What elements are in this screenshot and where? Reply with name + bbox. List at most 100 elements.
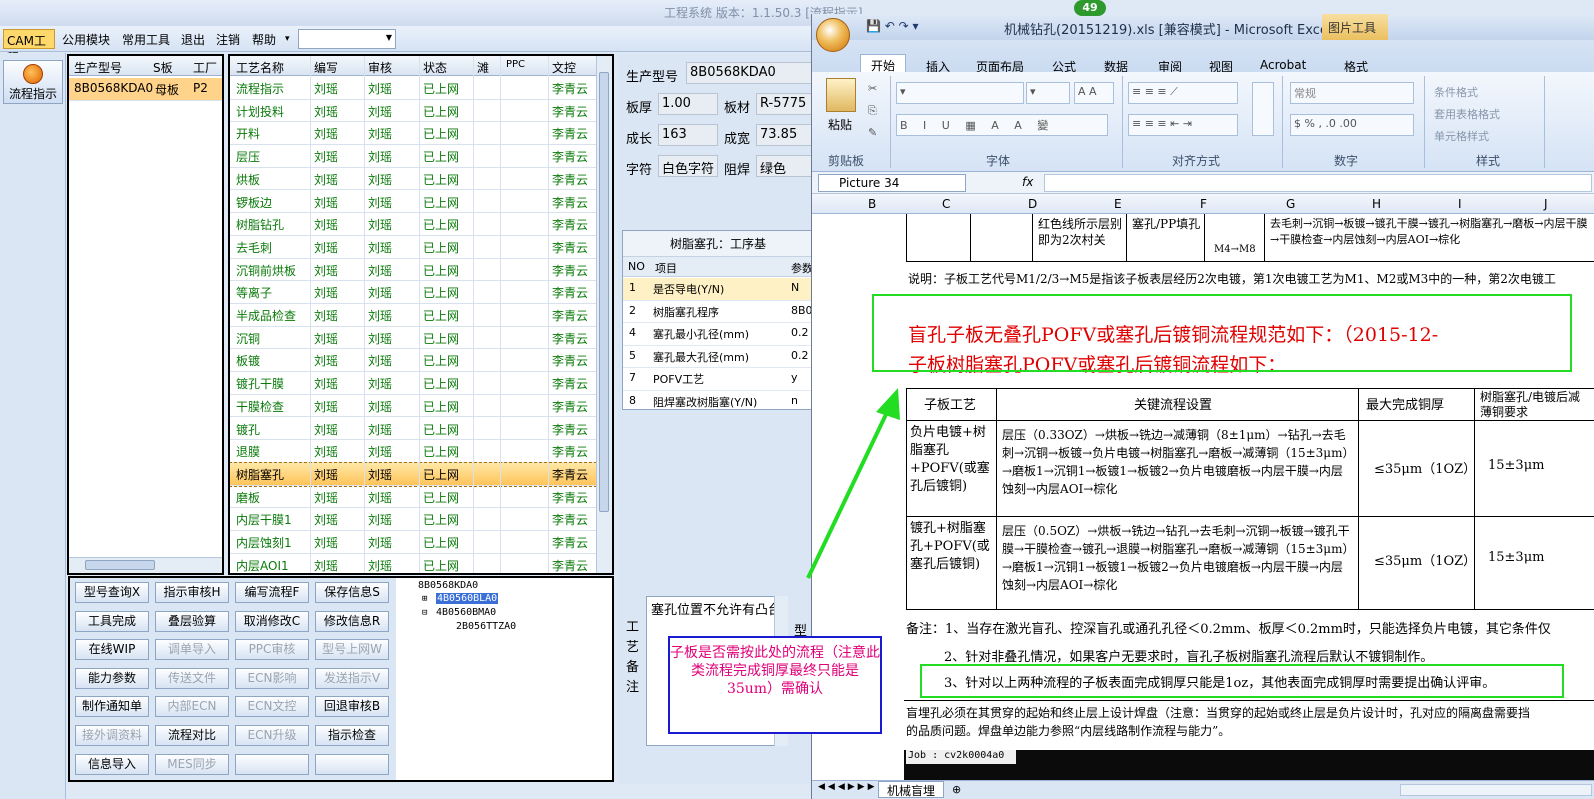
action-button[interactable] bbox=[315, 753, 389, 775]
action-button[interactable]: ECN升级 bbox=[235, 725, 309, 746]
tree-node[interactable]: 4B0560BMA0 bbox=[436, 607, 496, 618]
tab-acrobat[interactable]: Acrobat bbox=[1260, 58, 1306, 72]
action-button[interactable]: 叠层验算 bbox=[155, 610, 229, 632]
col-header[interactable]: I bbox=[1458, 197, 1462, 211]
menu-dropdown-icon[interactable]: ▾ bbox=[285, 34, 290, 44]
menu-logout[interactable]: 注销 bbox=[216, 31, 240, 48]
tree-node[interactable]: 8B0568KDA0 bbox=[418, 580, 478, 591]
param-row[interactable]: 1 是否导电(Y/N) N bbox=[623, 278, 813, 301]
param-row[interactable]: 7 POFV工艺 y bbox=[623, 368, 813, 391]
new-sheet-icon[interactable]: ⊕ bbox=[952, 783, 961, 796]
collapse-icon[interactable]: ⊟ bbox=[422, 608, 427, 618]
col-header[interactable]: E bbox=[1114, 197, 1122, 211]
name-box[interactable]: Picture 34 bbox=[818, 174, 966, 192]
action-button[interactable]: 取消修改C bbox=[235, 610, 309, 632]
formula-input[interactable] bbox=[1044, 174, 1592, 192]
number-icons[interactable]: $ % , .0 .00 bbox=[1290, 114, 1414, 136]
col-header[interactable]: 编写 bbox=[314, 59, 338, 76]
process-row[interactable]: 内层AOI1 刘瑶 刘瑶 已上网 李青云 bbox=[230, 554, 596, 573]
sheet-area[interactable]: 红色线所示层别即为2次村关 塞孔/PP填孔 M4→M8 去毛刺→沉铜→板镀→镀孔… bbox=[812, 214, 1594, 780]
process-row[interactable]: 烘板 刘瑶 刘瑶 已上网 李青云 bbox=[230, 168, 596, 191]
process-row[interactable]: 镀孔干膜 刘瑶 刘瑶 已上网 李青云 bbox=[230, 372, 596, 395]
font-size-box[interactable]: ▾ bbox=[1026, 82, 1070, 104]
process-row[interactable]: 镀孔 刘瑶 刘瑶 已上网 李青云 bbox=[230, 418, 596, 441]
model-field[interactable]: 8B0568KDA0 bbox=[686, 62, 814, 84]
material-field[interactable]: R-5775 bbox=[756, 93, 814, 115]
col-header[interactable]: J bbox=[1544, 197, 1548, 211]
menu-tools[interactable]: 常用工具 bbox=[122, 31, 170, 48]
action-button[interactable]: 保存信息S bbox=[315, 582, 389, 603]
process-row[interactable]: 半成品检查 刘瑶 刘瑶 已上网 李青云 bbox=[230, 304, 596, 327]
process-row[interactable]: 去毛刺 刘瑶 刘瑶 已上网 李青云 bbox=[230, 236, 596, 259]
align-top-icons[interactable]: ≡ ≡ ≡ ⟋ bbox=[1128, 82, 1238, 104]
char-field[interactable]: 白色字符 bbox=[658, 155, 718, 177]
vertical-scrollbar[interactable] bbox=[596, 56, 612, 573]
action-button[interactable]: 修改信息R bbox=[315, 610, 389, 632]
process-row[interactable]: 板镀 刘瑶 刘瑶 已上网 李青云 bbox=[230, 349, 596, 373]
action-button[interactable]: MES同步 bbox=[155, 753, 229, 775]
action-button[interactable]: 编写流程F bbox=[235, 582, 309, 603]
action-button[interactable]: ECN影响 bbox=[235, 667, 309, 689]
action-button[interactable]: 回退审核B bbox=[315, 696, 389, 718]
col-header[interactable]: 状态 bbox=[423, 59, 447, 76]
col-header[interactable]: H bbox=[1372, 197, 1381, 211]
col-header[interactable]: C bbox=[942, 197, 950, 211]
col-header[interactable]: F bbox=[1200, 197, 1207, 211]
flow-indicator-button[interactable]: 流程指示 bbox=[3, 60, 63, 104]
style-table[interactable]: 套用表格格式 bbox=[1434, 104, 1500, 126]
horizontal-scrollbar[interactable] bbox=[69, 557, 222, 573]
action-button[interactable]: 内部ECN bbox=[155, 696, 229, 718]
action-button[interactable]: 调单导入 bbox=[155, 639, 229, 661]
length-field[interactable]: 163 bbox=[658, 124, 718, 146]
product-row[interactable]: 8B0568KDA0 母板 P2 bbox=[69, 78, 222, 101]
font-format-icons[interactable]: B I U ▦ A A 變 bbox=[896, 114, 1108, 136]
action-button[interactable]: 指示检查 bbox=[315, 725, 389, 746]
process-row[interactable]: 开料 刘瑶 刘瑶 已上网 李青云 bbox=[230, 122, 596, 146]
menu-help[interactable]: 帮助 bbox=[252, 31, 276, 48]
scroll-thumb[interactable] bbox=[85, 560, 155, 570]
thick-field[interactable]: 1.00 bbox=[658, 93, 718, 115]
param-row[interactable]: 8 阻焊塞改树脂塞(Y/N) n bbox=[623, 391, 813, 410]
col-header[interactable]: 工厂 bbox=[193, 59, 217, 76]
process-row[interactable]: 沉铜 刘瑶 刘瑶 已上网 李青云 bbox=[230, 327, 596, 350]
col-header[interactable]: 审核 bbox=[368, 59, 392, 76]
tree-node-selected[interactable]: 4B0560BLA0 bbox=[436, 593, 499, 604]
action-button[interactable]: PPC审核 bbox=[235, 639, 309, 661]
office-button[interactable] bbox=[816, 18, 850, 52]
scroll-thumb[interactable] bbox=[599, 72, 609, 512]
process-row[interactable]: 流程指示 刘瑶 刘瑶 已上网 李青云 bbox=[230, 77, 596, 100]
action-button[interactable]: 流程对比 bbox=[155, 725, 229, 746]
menu-combo[interactable]: ▼ bbox=[298, 29, 396, 49]
paste-label[interactable]: 粘贴 bbox=[828, 116, 852, 133]
mask-field[interactable]: 绿色 bbox=[756, 155, 814, 177]
font-name-box[interactable]: ▾ bbox=[896, 82, 1024, 104]
action-button[interactable]: ECN文控 bbox=[235, 696, 309, 718]
process-row[interactable]: 树脂塞孔 刘瑶 刘瑶 已上网 李青云 bbox=[230, 461, 597, 487]
expand-icon[interactable]: ⊞ bbox=[422, 594, 427, 604]
process-row[interactable]: 等离子 刘瑶 刘瑶 已上网 李青云 bbox=[230, 281, 596, 304]
paste-icon[interactable] bbox=[826, 78, 856, 112]
col-header[interactable]: D bbox=[1028, 197, 1037, 211]
tree-node[interactable]: 2B056TTZA0 bbox=[456, 621, 516, 632]
action-button[interactable]: 能力参数 bbox=[75, 667, 149, 689]
col-header[interactable]: B bbox=[868, 197, 876, 211]
action-button[interactable]: 在线WIP bbox=[75, 639, 149, 661]
process-row[interactable]: 磨板 刘瑶 刘瑶 已上网 李青云 bbox=[230, 486, 596, 509]
style-items[interactable]: 条件格式 套用表格格式 单元格样式 bbox=[1434, 82, 1500, 148]
action-button[interactable]: 型号查询X bbox=[75, 582, 149, 603]
process-row[interactable]: 内层蚀刻1 刘瑶 刘瑶 已上网 李青云 bbox=[230, 531, 596, 554]
quick-access-icons[interactable]: 💾 ↶ ↷ ▾ bbox=[866, 19, 919, 33]
action-button[interactable]: 工具完成 bbox=[75, 610, 149, 632]
col-header[interactable]: G bbox=[1286, 197, 1295, 211]
col-header[interactable]: 滩 bbox=[477, 59, 489, 76]
number-format-box[interactable]: 常规 bbox=[1290, 82, 1414, 104]
param-row[interactable]: 2 树脂塞孔程序 8B0 bbox=[623, 301, 813, 323]
style-cell[interactable]: 单元格样式 bbox=[1434, 126, 1500, 148]
param-row[interactable]: 4 塞孔最小孔径(mm) 0.2 bbox=[623, 323, 813, 346]
process-row[interactable]: 沉铜前烘板 刘瑶 刘瑶 已上网 李青云 bbox=[230, 259, 596, 282]
action-button[interactable]: 指示审核H bbox=[155, 582, 229, 603]
action-button[interactable]: 接外调资料 bbox=[75, 725, 149, 746]
menu-exit[interactable]: 退出 bbox=[181, 31, 205, 48]
action-button[interactable]: 信息导入 bbox=[75, 753, 149, 775]
width-field[interactable]: 73.85 bbox=[756, 124, 814, 146]
